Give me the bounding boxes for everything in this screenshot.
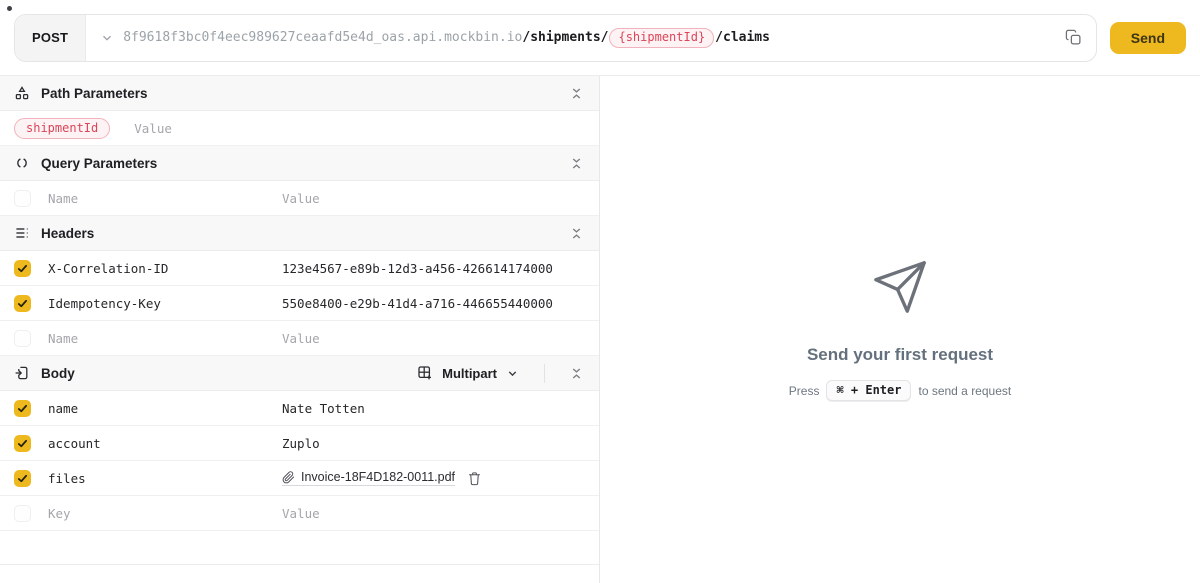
paper-plane-icon (871, 258, 929, 321)
section-title: Query Parameters (41, 156, 157, 171)
header-row: X-Correlation-ID 123e4567-e89b-12d3-a456… (0, 251, 599, 286)
row-checkbox[interactable] (14, 470, 31, 487)
address-bar: POST 8f9618f3bc0f4eec989627ceaafd5e4d_oa… (0, 0, 1200, 76)
header-row: Idempotency-Key 550e8400-e29b-41d4-a716-… (0, 286, 599, 321)
body-row-files: files Invoice-18F4D182-0011.pdf (0, 461, 599, 496)
body-header: Body Multipart (0, 356, 599, 391)
body-row: account Zuplo (0, 426, 599, 461)
check-icon (17, 263, 28, 274)
row-checkbox[interactable] (14, 330, 31, 347)
header-key-input[interactable]: X-Correlation-ID (48, 261, 282, 276)
attached-file[interactable]: Invoice-18F4D182-0011.pdf (282, 470, 455, 486)
headers-header: Headers (0, 216, 599, 251)
query-parameter-row: Name Value (0, 181, 599, 216)
header-key-input[interactable]: Name (48, 331, 282, 346)
method-selector[interactable]: POST (15, 15, 86, 61)
multipart-grid-icon (417, 365, 433, 381)
keyboard-shortcut: ⌘ + Enter (826, 380, 911, 401)
query-parameters-header: Query Parameters (0, 146, 599, 181)
hint-suffix: to send a request (918, 384, 1011, 398)
path-param-value-input[interactable]: Value (134, 121, 172, 136)
header-row: Name Value (0, 321, 599, 356)
method-label: POST (32, 30, 68, 45)
collapse-icon[interactable] (568, 154, 585, 173)
row-checkbox[interactable] (14, 295, 31, 312)
header-key-input[interactable]: Idempotency-Key (48, 296, 282, 311)
section-title: Headers (41, 226, 94, 241)
paperclip-icon (282, 471, 295, 484)
chevron-down-icon (506, 367, 519, 380)
url-path-suffix: /claims (715, 30, 770, 45)
body-key-input[interactable]: files (48, 471, 282, 486)
url-input[interactable]: 8f9618f3bc0f4eec989627ceaafd5e4d_oas.api… (86, 28, 1061, 48)
empty-state-hint: Press ⌘ + Enter to send a request (789, 380, 1011, 401)
row-checkbox[interactable] (14, 260, 31, 277)
check-icon (17, 438, 28, 449)
check-icon (17, 473, 28, 484)
path-parameters-header: Path Parameters (0, 76, 599, 111)
content-type-label: Multipart (442, 366, 497, 381)
empty-state-title: Send your first request (807, 345, 993, 365)
response-panel: Send your first request Press ⌘ + Enter … (600, 76, 1200, 583)
request-url-bar: POST 8f9618f3bc0f4eec989627ceaafd5e4d_oa… (14, 14, 1097, 62)
row-checkbox[interactable] (14, 190, 31, 207)
url-path-variable-pill[interactable]: {shipmentId} (609, 28, 714, 48)
hint-prefix: Press (789, 384, 820, 398)
body-key-input[interactable]: name (48, 401, 282, 416)
path-param-key-pill[interactable]: shipmentId (14, 118, 110, 139)
file-name: Invoice-18F4D182-0011.pdf (301, 470, 455, 484)
collapse-icon[interactable] (568, 84, 585, 103)
path-parameter-row: shipmentId Value (0, 111, 599, 146)
body-content-type-selector[interactable]: Multipart (417, 365, 519, 381)
row-checkbox[interactable] (14, 400, 31, 417)
row-checkbox[interactable] (14, 505, 31, 522)
check-icon (17, 403, 28, 414)
send-button[interactable]: Send (1110, 22, 1186, 54)
body-row: name Nate Totten (0, 391, 599, 426)
body-value-input[interactable]: Zuplo (282, 436, 585, 451)
copy-url-icon[interactable] (1061, 25, 1086, 50)
file-value-cell: Invoice-18F4D182-0011.pdf (282, 470, 585, 486)
row-checkbox[interactable] (14, 435, 31, 452)
delete-file-icon[interactable] (467, 471, 482, 486)
url-path-prefix: /shipments/ (522, 30, 608, 45)
list-lines-icon (14, 225, 30, 241)
chevron-down-icon[interactable] (100, 31, 114, 45)
divider (544, 364, 545, 383)
body-value-input[interactable]: Value (282, 506, 585, 521)
panel-footer-divider (0, 531, 599, 565)
body-key-input[interactable]: Key (48, 506, 282, 521)
window-dot (7, 6, 12, 11)
section-title: Body (41, 366, 75, 381)
body-key-input[interactable]: account (48, 436, 282, 451)
header-value-input[interactable]: 123e4567-e89b-12d3-a456-426614174000 (282, 261, 585, 276)
import-document-icon (14, 365, 30, 381)
hierarchy-icon (14, 85, 30, 101)
query-key-input[interactable]: Name (48, 191, 282, 206)
parentheses-icon (14, 155, 30, 171)
section-title: Path Parameters (41, 86, 148, 101)
collapse-icon[interactable] (568, 224, 585, 243)
query-value-input[interactable]: Value (282, 191, 585, 206)
collapse-icon[interactable] (568, 364, 585, 383)
header-value-input[interactable]: 550e8400-e29b-41d4-a716-446655440000 (282, 296, 585, 311)
header-value-input[interactable]: Value (282, 331, 585, 346)
body-value-input[interactable]: Nate Totten (282, 401, 585, 416)
body-row: Key Value (0, 496, 599, 531)
url-domain: 8f9618f3bc0f4eec989627ceaafd5e4d_oas.api… (123, 30, 522, 45)
check-icon (17, 298, 28, 309)
request-panel: Path Parameters shipmentId Value Query P… (0, 76, 600, 583)
